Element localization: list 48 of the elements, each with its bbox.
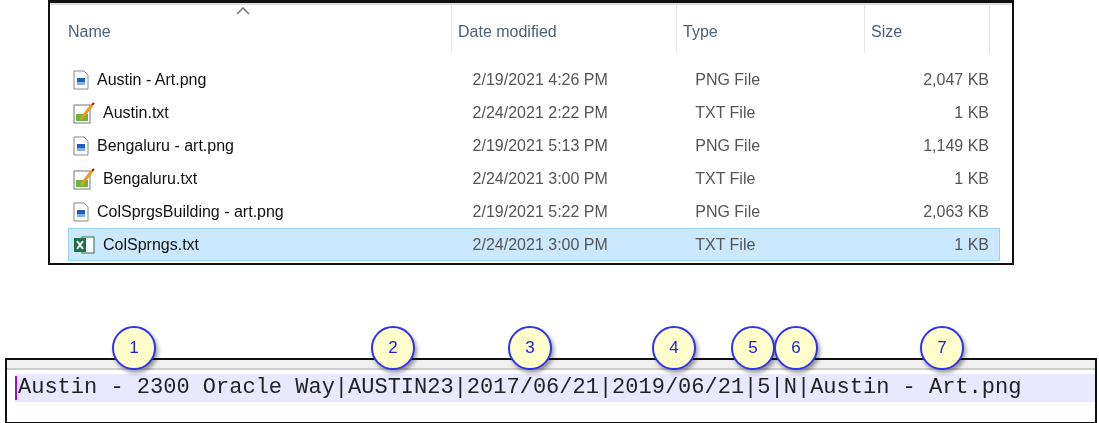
file-size: 1 KB: [953, 235, 990, 254]
number-callout: 7: [920, 326, 964, 370]
image-file-icon: [73, 69, 89, 90]
number-callout: 2: [371, 326, 415, 370]
number-callout: 3: [508, 326, 552, 370]
file-size: 1,149 KB: [922, 136, 990, 155]
image-file-icon: [73, 201, 89, 222]
file-row[interactable]: Bengaluru - art.png 2/19/2021 5:13 PM PNG File 1,149 KB: [68, 129, 1000, 162]
sort-caret-icon: [236, 7, 250, 15]
file-name: Austin - Art.png: [97, 70, 207, 89]
file-name: ColSprngs.txt: [103, 235, 200, 254]
date-modified: 2/19/2021 5:13 PM: [471, 136, 609, 155]
image-file-icon: [73, 135, 89, 156]
notepad-icon: [73, 101, 95, 124]
date-modified: 2/19/2021 5:22 PM: [471, 202, 609, 221]
column-header[interactable]: Date modified: [452, 5, 677, 53]
spreadsheet-icon: [73, 234, 95, 255]
date-modified: 2/24/2021 3:00 PM: [471, 169, 609, 188]
file-row[interactable]: Austin - Art.png 2/19/2021 4:26 PM PNG File 2,047 KB: [68, 63, 1000, 96]
number-callout: 1: [112, 326, 156, 370]
file-type: PNG File: [694, 136, 762, 155]
file-row[interactable]: Austin.txt 2/24/2021 2:22 PM TXT File 1 KB: [68, 96, 1000, 129]
file-row[interactable]: ColSprngs.txt 2/24/2021 3:00 PM TXT File 1 KB: [68, 228, 1000, 261]
number-callout: 4: [652, 326, 696, 370]
notepad-icon: [73, 167, 95, 190]
file-row[interactable]: Bengaluru.txt 2/24/2021 3:00 PM TXT File 1 KB: [68, 162, 1000, 195]
date-modified: 2/24/2021 2:22 PM: [471, 103, 609, 122]
date-modified: 2/24/2021 3:00 PM: [471, 235, 609, 254]
file-size: 2,047 KB: [922, 70, 990, 89]
date-modified: 2/19/2021 4:26 PM: [471, 70, 609, 89]
column-header[interactable]: Type: [677, 5, 865, 53]
file-size: 1 KB: [953, 169, 990, 188]
file-row[interactable]: ColSprgsBuilding - art.png 2/19/2021 5:22 PM PNG File 2,063 KB: [68, 195, 1000, 228]
file-size: 1 KB: [953, 103, 990, 122]
file-name: Bengaluru.txt: [103, 169, 198, 188]
file-size: 2,063 KB: [922, 202, 990, 221]
file-name: ColSprgsBuilding - art.png: [97, 202, 284, 221]
file-type: PNG File: [694, 202, 762, 221]
file-name: Austin.txt: [103, 103, 169, 122]
file-type: TXT File: [694, 235, 757, 254]
number-callout: 6: [774, 326, 818, 370]
number-callout: 5: [731, 326, 775, 370]
file-name: Bengaluru - art.png: [97, 136, 234, 155]
file-type: PNG File: [694, 70, 762, 89]
column-header[interactable]: Size: [865, 5, 990, 53]
column-header[interactable]: Name: [50, 5, 452, 53]
file-type: TXT File: [694, 169, 757, 188]
file-type: TXT File: [694, 103, 757, 122]
